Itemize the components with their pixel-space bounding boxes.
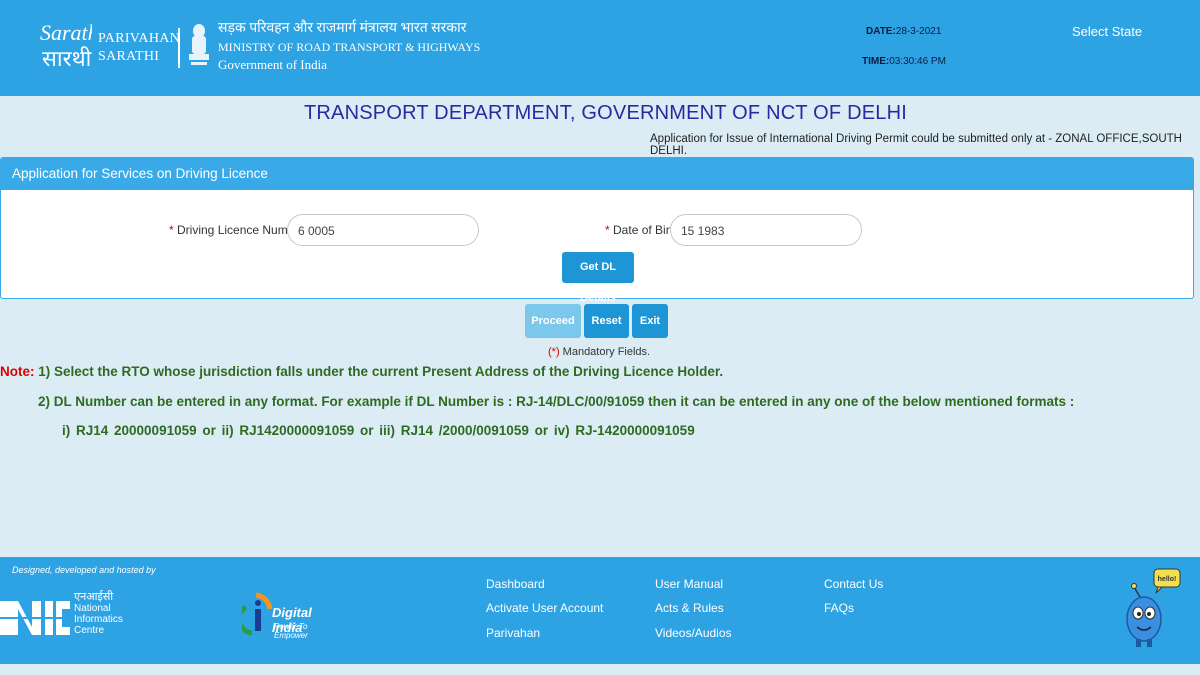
svg-text:Sarathi: Sarathi (40, 20, 92, 45)
required-marker: * (605, 223, 610, 237)
date-display: DATE:28-3-2021 (866, 26, 941, 37)
header-divider (178, 28, 180, 68)
dl-number-label-text: Driving Licence Number (177, 223, 306, 237)
designed-by-text: Designed, developed and hosted by (12, 565, 156, 575)
note-line-3: i) RJ14 20000091059 or ii) RJ14200000910… (62, 423, 695, 438)
footer-link-acts-rules[interactable]: Acts & Rules (655, 601, 724, 615)
sarathi-logo: Sarathi सारथी (40, 20, 92, 71)
footer-link-parivahan[interactable]: Parivahan (486, 626, 540, 640)
footer-link-user-manual[interactable]: User Manual (655, 577, 723, 591)
time-label: TIME: (862, 56, 890, 67)
nic-logo: एनआईसी National Informatics Centre (0, 587, 128, 639)
government-of-india: Government of India (218, 57, 328, 72)
digital-india-mark-icon (242, 592, 272, 636)
footer-link-activate-account[interactable]: Activate User Account (486, 601, 603, 615)
note-line-2: 2) DL Number can be entered in any forma… (38, 394, 1075, 409)
reset-button[interactable]: Reset (584, 304, 629, 338)
brand-name: PARIVAHAN SARATHI (98, 30, 180, 66)
svg-text:सारथी: सारथी (42, 46, 92, 71)
footer-link-faqs[interactable]: FAQs (824, 601, 854, 615)
footer-link-dashboard[interactable]: Dashboard (486, 577, 545, 591)
required-marker: * (169, 223, 174, 237)
proceed-button[interactable]: Proceed (525, 304, 581, 338)
date-value: 28-3-2021 (895, 26, 942, 37)
nic-line-1: National (74, 603, 111, 614)
idp-notice: Application for Issue of International D… (650, 133, 1182, 157)
nic-line-3: Centre (74, 625, 105, 636)
ministry-hindi: सड़क परिवहन और राजमार्ग मंत्रालय भारत सर… (218, 21, 467, 36)
digital-india-logo: Digital India Power To Empower (242, 589, 342, 640)
site-header: Sarathi सारथी PARIVAHAN SARATHI सड़क परि… (0, 0, 1200, 96)
mandatory-text: Mandatory Fields. (559, 346, 651, 358)
note-line-1-text: 1) Select the RTO whose jurisdiction fal… (34, 364, 724, 379)
dl-service-panel: Application for Services on Driving Lice… (0, 157, 1194, 304)
nic-mark-icon (0, 601, 70, 635)
footer-link-videos-audios[interactable]: Videos/Audios (655, 626, 732, 640)
chatbot-mascot-icon[interactable]: hello! (1122, 567, 1184, 653)
page-title: TRANSPORT DEPARTMENT, GOVERNMENT OF NCT … (304, 102, 908, 124)
digital-india-tagline: Power To Empower (274, 622, 308, 640)
select-state-link[interactable]: Select State (1072, 24, 1142, 39)
dob-label: * Date of Birth (605, 223, 680, 237)
nic-hindi: एनआईसी (74, 591, 114, 603)
site-footer: Designed, developed and hosted by एनआईसी… (0, 557, 1200, 664)
time-display: TIME:03:30:46 PM (862, 56, 946, 67)
footer-link-contact-us[interactable]: Contact Us (824, 577, 883, 591)
date-label: DATE: (866, 26, 896, 37)
brand-sarathi: SARATHI (98, 49, 160, 64)
note-label: Note: (0, 364, 35, 379)
ministry-english: MINISTRY OF ROAD TRANSPORT & HIGHWAYS (218, 40, 481, 54)
get-dl-details-button[interactable]: Get DL Details (562, 252, 634, 304)
bottom-strip (0, 664, 1200, 675)
mandatory-marker: (*) (548, 346, 560, 358)
mascot-bubble-text: hello! (1158, 576, 1177, 583)
time-value: 03:30:46 PM (889, 56, 946, 67)
dl-number-input[interactable]: 6 0005 (287, 214, 479, 246)
brand-parivahan: PARIVAHAN (98, 31, 181, 46)
exit-button[interactable]: Exit (632, 304, 668, 338)
note-line-1: Note: 1) Select the RTO whose jurisdicti… (0, 364, 723, 379)
national-emblem-icon (189, 24, 209, 65)
dob-input[interactable]: 15 1983 (670, 214, 862, 246)
ministry-block: सड़क परिवहन और राजमार्ग मंत्रालय भारत सर… (218, 20, 480, 74)
nic-line-2: Informatics (74, 614, 123, 625)
mandatory-fields-note: (*) Mandatory Fields. (548, 346, 650, 358)
dl-number-label: * Driving Licence Number (169, 223, 305, 237)
panel-heading: Application for Services on Driving Lice… (1, 158, 1193, 190)
